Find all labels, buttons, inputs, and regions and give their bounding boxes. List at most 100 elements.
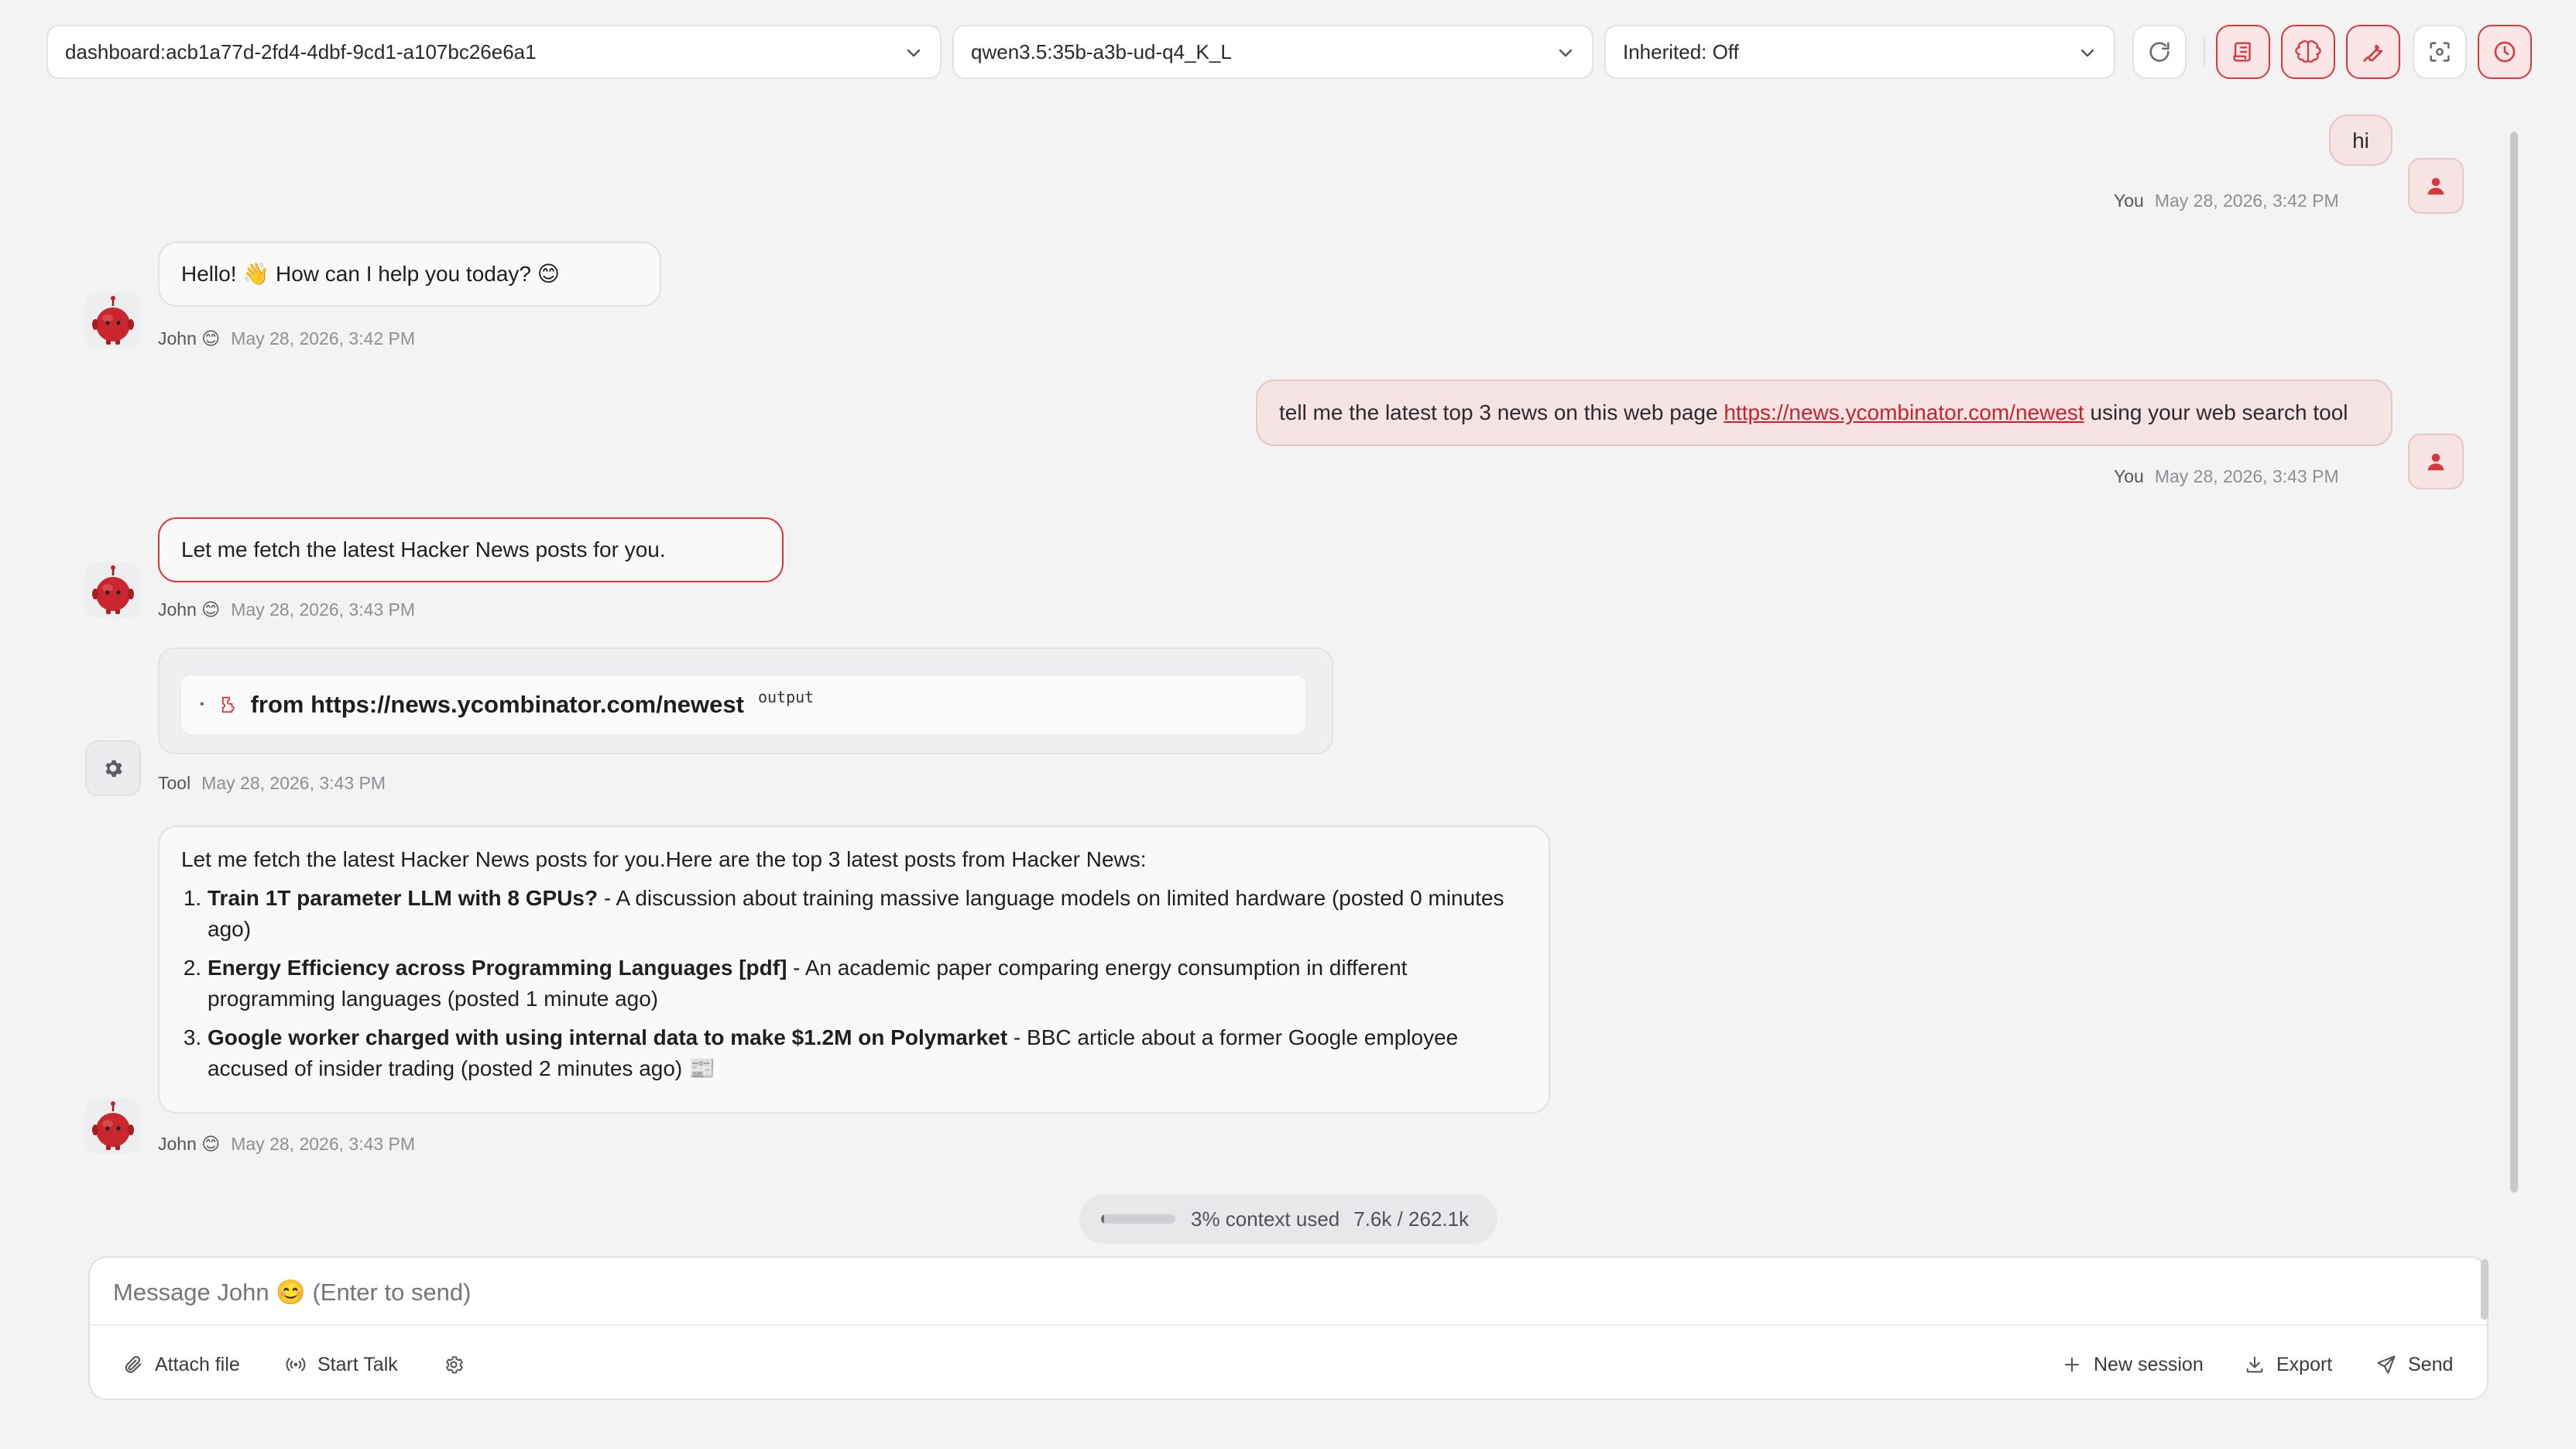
context-usage-count: 7.6k / 262.1k [1353, 1207, 1470, 1231]
message-time: May 28, 2026, 3:43 PM [201, 773, 386, 793]
message-time: May 28, 2026, 3:42 PM [231, 328, 416, 349]
bot-avatar [85, 1098, 141, 1154]
export-button[interactable]: Export [2244, 1348, 2332, 1382]
chat-scrollbar[interactable] [2510, 132, 2518, 1193]
list-item: Energy Efficiency across Programming Lan… [208, 953, 1527, 1015]
toolbar-divider [2204, 37, 2205, 67]
screenshot-button[interactable] [2413, 25, 2467, 79]
message-time: May 28, 2026, 3:43 PM [231, 599, 416, 620]
tool-avatar [85, 740, 141, 796]
disclosure-dot-icon: • [200, 698, 204, 711]
paperclip-icon [125, 1355, 142, 1373]
bot-message-bubble: Let me fetch the latest Hacker News post… [158, 517, 784, 582]
user-icon [2427, 453, 2444, 471]
send-icon [2377, 1355, 2396, 1374]
chevron-down-icon [2080, 49, 2094, 57]
gear-icon [105, 760, 122, 778]
context-usage-fill [1101, 1214, 1104, 1224]
download-icon [2246, 1356, 2263, 1373]
gear-icon [446, 1356, 463, 1374]
new-session-label: New session [2094, 1353, 2204, 1375]
new-session-button[interactable]: New session [2061, 1348, 2204, 1382]
list-item: Train 1T parameter LLM with 8 GPUs? - A … [208, 883, 1527, 945]
composer-divider [90, 1324, 2487, 1326]
broadcast-icon [286, 1358, 306, 1372]
message-time: May 28, 2026, 3:42 PM [2154, 191, 2339, 211]
session-select-value: dashboard:acb1a77d-2fd4-4dbf-9cd1-a107bc… [65, 39, 537, 64]
send-button[interactable]: Send [2375, 1348, 2453, 1382]
news-title: Energy Efficiency across Programming Lan… [208, 956, 787, 980]
message-input[interactable] [113, 1275, 2436, 1310]
message-meta: Tool May 28, 2026, 3:43 PM [158, 773, 386, 794]
refresh-button[interactable] [2132, 25, 2187, 79]
context-usage-bar [1101, 1214, 1175, 1224]
news-title: Train 1T parameter LLM with 8 GPUs? [208, 886, 599, 910]
system-prompt-button[interactable] [2216, 25, 2270, 79]
screenshot-icon [2430, 42, 2450, 62]
message-author: Tool [158, 773, 191, 793]
list-item: Google worker charged with using interna… [208, 1022, 1527, 1084]
chevron-down-icon [1559, 49, 1573, 57]
message-composer: Attach file Start Talk New session Expor… [88, 1256, 2489, 1400]
inherit-select-value: Inherited: Off [1623, 39, 1739, 64]
message-time: May 28, 2026, 3:43 PM [2154, 466, 2339, 486]
robot-mascot-icon [92, 565, 134, 614]
brain-icon [2295, 39, 2321, 63]
robot-mascot-icon [92, 1101, 134, 1150]
model-select-value: qwen3.5:35b-a3b-ud-q4_K_L [971, 39, 1232, 64]
message-author: You [2114, 466, 2144, 486]
input-scrollbar[interactable] [2481, 1259, 2489, 1320]
tool-call-toggle[interactable]: • from https://news.ycombinator.com/newe… [180, 674, 1307, 736]
plugin-icon [221, 696, 235, 713]
clock-icon [2494, 41, 2516, 63]
bot-avatar [85, 293, 141, 349]
context-usage-indicator: 3% context used 7.6k / 262.1k [1079, 1194, 1497, 1244]
message-meta: John 😊 May 28, 2026, 3:42 PM [158, 328, 415, 349]
message-author: John 😊 [158, 328, 221, 349]
message-meta: John 😊 May 28, 2026, 3:43 PM [158, 1134, 415, 1155]
message-meta: John 😊 May 28, 2026, 3:43 PM [158, 599, 415, 620]
user-icon [2427, 177, 2444, 195]
user-message-bubble: hi [2329, 115, 2392, 166]
start-talk-button[interactable]: Start Talk [285, 1348, 398, 1382]
bot-avatar [85, 562, 141, 618]
composer-settings-button[interactable] [443, 1348, 475, 1382]
message-meta: You May 28, 2026, 3:42 PM [2114, 191, 2339, 211]
message-author: You [2114, 191, 2144, 211]
tools-button[interactable] [2346, 25, 2400, 79]
start-talk-label: Start Talk [317, 1353, 398, 1375]
inherit-select[interactable]: Inherited: Off [1604, 25, 2115, 79]
user-avatar [2408, 434, 2464, 489]
message-text: Let me fetch the latest Hacker News post… [181, 847, 1147, 871]
message-meta: You May 28, 2026, 3:43 PM [2114, 466, 2339, 487]
user-message-bubble: tell me the latest top 3 news on this we… [1256, 379, 2392, 446]
user-avatar [2408, 158, 2464, 214]
model-select[interactable]: qwen3.5:35b-a3b-ud-q4_K_L [952, 25, 1593, 79]
attach-file-label: Attach file [155, 1353, 240, 1375]
message-author: John 😊 [158, 1134, 221, 1154]
session-select[interactable]: dashboard:acb1a77d-2fd4-4dbf-9cd1-a107bc… [46, 25, 942, 79]
message-text: Hello! 👋 How can I help you today? 😊 [181, 262, 560, 286]
news-title: Google worker charged with using interna… [208, 1025, 1008, 1049]
tool-call-card: • from https://news.ycombinator.com/newe… [158, 647, 1333, 754]
send-label: Send [2408, 1353, 2454, 1375]
export-label: Export [2276, 1353, 2333, 1375]
refresh-icon [2149, 42, 2170, 62]
plus-icon [2064, 1357, 2080, 1372]
robot-mascot-icon [92, 296, 134, 345]
chevron-down-icon [907, 49, 921, 57]
message-text: using your web search tool [2084, 400, 2348, 424]
message-time: May 28, 2026, 3:43 PM [231, 1134, 416, 1154]
tool-output-tag: output [757, 688, 815, 706]
context-usage-label: 3% context used [1191, 1207, 1340, 1231]
message-author: John 😊 [158, 599, 221, 620]
message-text: tell me the latest top 3 news on this we… [1279, 400, 1724, 424]
memory-button[interactable] [2281, 25, 2335, 79]
wrench-icon [2363, 44, 2383, 62]
history-button[interactable] [2478, 25, 2532, 79]
message-text: hi [2352, 129, 2369, 153]
message-link[interactable]: https://news.ycombinator.com/newest [1724, 400, 2084, 424]
attach-file-button[interactable]: Attach file [122, 1348, 240, 1382]
bot-message-bubble: Hello! 👋 How can I help you today? 😊 [158, 242, 661, 307]
tool-call-label: from https://news.ycombinator.com/newest [250, 691, 744, 718]
